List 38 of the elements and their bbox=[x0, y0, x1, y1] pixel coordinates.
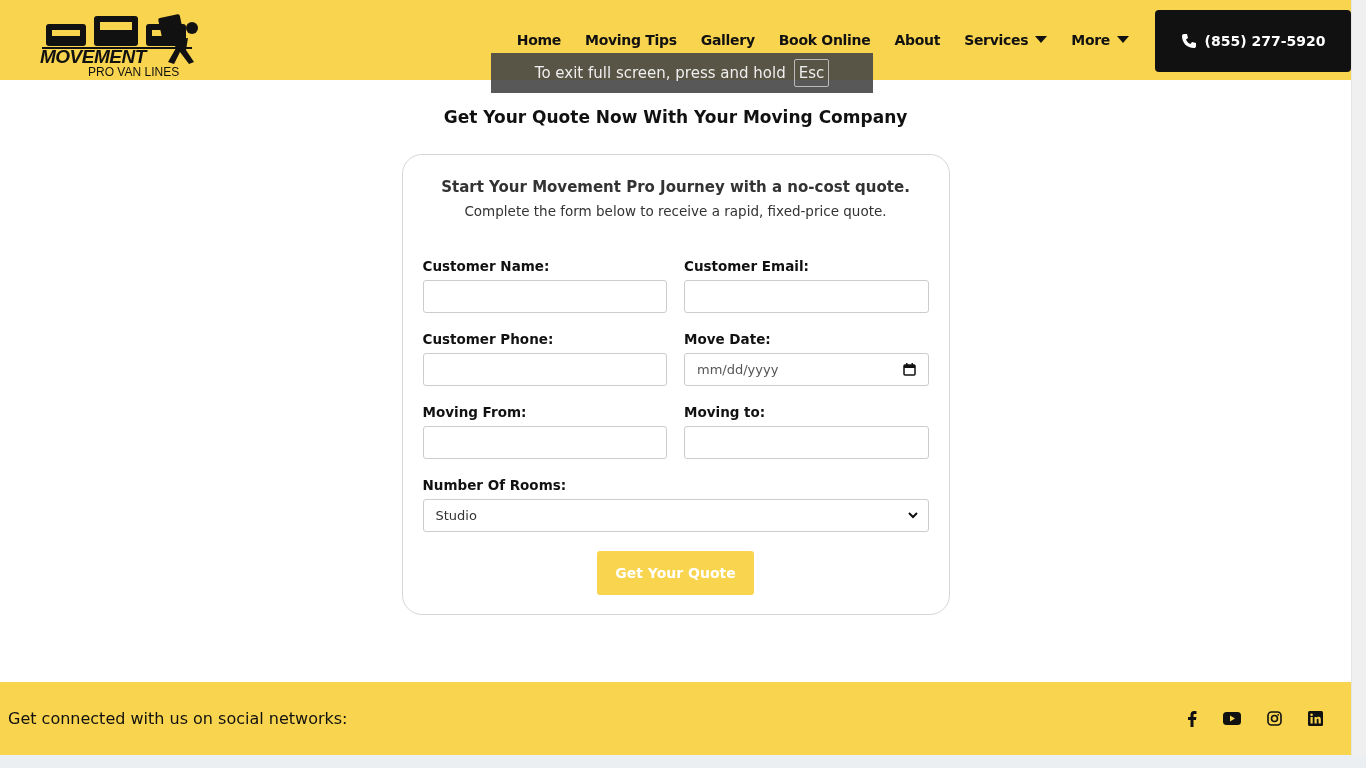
form-title: Start Your Movement Pro Journey with a no-cost quote. bbox=[441, 177, 910, 197]
nav-link[interactable]: Gallery bbox=[700, 32, 755, 48]
nav-link[interactable]: Moving Tips bbox=[585, 32, 677, 48]
nav-link[interactable]: Book Online bbox=[778, 32, 871, 48]
input-field[interactable] bbox=[422, 353, 667, 386]
field-label: Customer Name: bbox=[422, 257, 551, 275]
date-field[interactable]: mm/dd/yyyy bbox=[684, 353, 929, 386]
phone-button[interactable]: (855) 277-5920 bbox=[1155, 10, 1351, 72]
footer-text: Get connected with us on social networks: bbox=[8, 709, 348, 728]
page-heading: Get Your Quote Now With Your Moving Company bbox=[443, 106, 908, 128]
notice-text: To exit full screen, press and hold bbox=[534, 64, 786, 82]
field-label: Move Date: bbox=[684, 330, 772, 348]
field-label: Customer Phone: bbox=[422, 330, 555, 348]
field-label: Customer Email: bbox=[684, 257, 810, 275]
nav-link[interactable]: About bbox=[894, 32, 941, 48]
field-label: Number Of Rooms: bbox=[422, 476, 568, 494]
key-hint: Esc bbox=[793, 59, 830, 87]
field-label: Moving From: bbox=[422, 403, 528, 421]
facebook-icon[interactable] bbox=[1187, 710, 1197, 727]
youtube-icon[interactable] bbox=[1223, 712, 1241, 725]
input-field[interactable] bbox=[684, 426, 929, 459]
calendar-icon bbox=[902, 363, 916, 376]
input-field[interactable] bbox=[422, 426, 667, 459]
instagram-icon[interactable] bbox=[1267, 711, 1282, 726]
rooms-dropdown[interactable]: Studio bbox=[422, 499, 929, 532]
mover-icon bbox=[158, 14, 200, 66]
form-subtitle: Complete the form below to receive a rapid, fixed-price quote. bbox=[464, 203, 887, 220]
linkedin-icon[interactable] bbox=[1308, 711, 1323, 726]
input-field[interactable] bbox=[684, 280, 929, 313]
logo-wordmark: MOVEMENT bbox=[40, 48, 149, 66]
chevron-icon bbox=[907, 512, 918, 519]
nav-link[interactable]: More bbox=[1071, 32, 1129, 48]
logo-tagline: PRO VAN LINES bbox=[88, 66, 180, 78]
nav-link[interactable]: Home bbox=[516, 32, 562, 48]
phone-icon bbox=[1180, 33, 1197, 49]
field-label: Moving to: bbox=[684, 403, 767, 421]
input-field[interactable] bbox=[422, 280, 667, 313]
nav-link[interactable]: Services bbox=[964, 32, 1048, 48]
